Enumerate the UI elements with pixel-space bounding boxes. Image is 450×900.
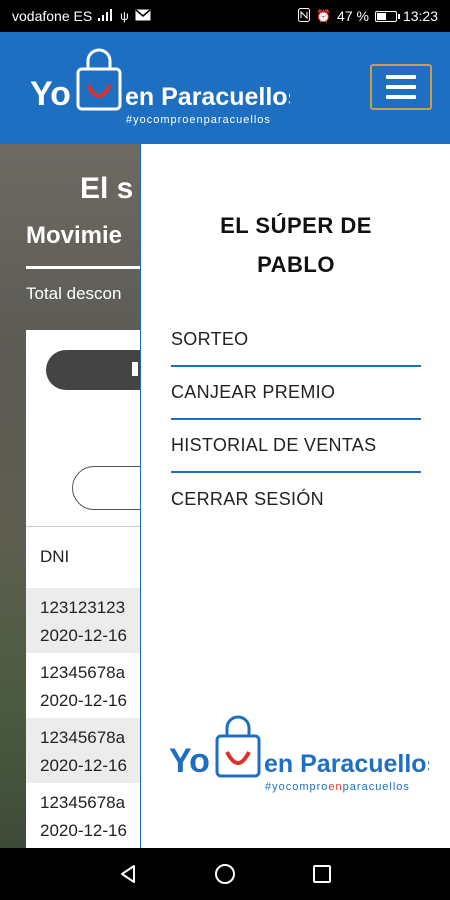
navigation-drawer: EL SÚPER DE PABLO SORTEO CANJEAR PREMIO … xyxy=(140,144,450,848)
usb-icon: ψ xyxy=(120,9,129,23)
battery-icon xyxy=(374,10,400,22)
back-icon[interactable] xyxy=(113,859,143,889)
battery-percent: 47 % xyxy=(337,8,369,24)
home-icon[interactable] xyxy=(210,859,240,889)
total-label: Total descon xyxy=(26,284,122,303)
app-logo[interactable]: Yo en Paracuellos #yocomproenparacuellos xyxy=(30,47,290,127)
app-header: Yo en Paracuellos #yocomproenparacuellos xyxy=(0,32,450,144)
recents-icon[interactable] xyxy=(307,859,337,889)
menu-item-sorteo[interactable]: SORTEO xyxy=(171,314,421,367)
mail-icon xyxy=(135,8,151,24)
logo-name: en Paracuellos xyxy=(125,83,290,111)
shopping-bag-icon xyxy=(76,48,122,111)
nfc-icon xyxy=(298,7,311,25)
hamburger-menu-button[interactable] xyxy=(370,64,432,110)
signal-icon xyxy=(98,8,114,24)
drawer-logo: Yo en Paracuellos #yocomproenparacuellos xyxy=(169,715,429,793)
logo-tag: #yocomproenparacuellos xyxy=(126,114,271,126)
svg-text:Yo: Yo xyxy=(169,742,210,780)
page-subtitle: Movimie xyxy=(26,222,123,249)
shopping-bag-icon xyxy=(215,715,261,778)
svg-text:en Paracuellos: en Paracuellos xyxy=(264,750,429,778)
menu-item-historial-ventas[interactable]: HISTORIAL DE VENTAS xyxy=(171,420,421,473)
menu-item-cerrar-sesion[interactable]: CERRAR SESIÓN xyxy=(171,473,421,526)
page-title: El s xyxy=(80,172,134,205)
drawer-menu: SORTEO CANJEAR PREMIO HISTORIAL DE VENTA… xyxy=(171,314,421,526)
system-nav-bar xyxy=(0,848,450,900)
hamburger-icon xyxy=(386,75,416,79)
menu-item-canjear-premio[interactable]: CANJEAR PREMIO xyxy=(171,367,421,420)
alarm-icon: ⏰ xyxy=(316,9,332,23)
status-bar: vodafone ES ψ ⏰ 47 % 13:23 xyxy=(0,0,450,32)
drawer-logo-tag: #yocomproenparacuellos xyxy=(265,781,410,793)
carrier-label: vodafone ES xyxy=(12,8,93,24)
logo-you: Yo xyxy=(30,75,71,113)
drawer-title: EL SÚPER DE PABLO xyxy=(220,213,372,277)
clock: 13:23 xyxy=(402,8,438,24)
